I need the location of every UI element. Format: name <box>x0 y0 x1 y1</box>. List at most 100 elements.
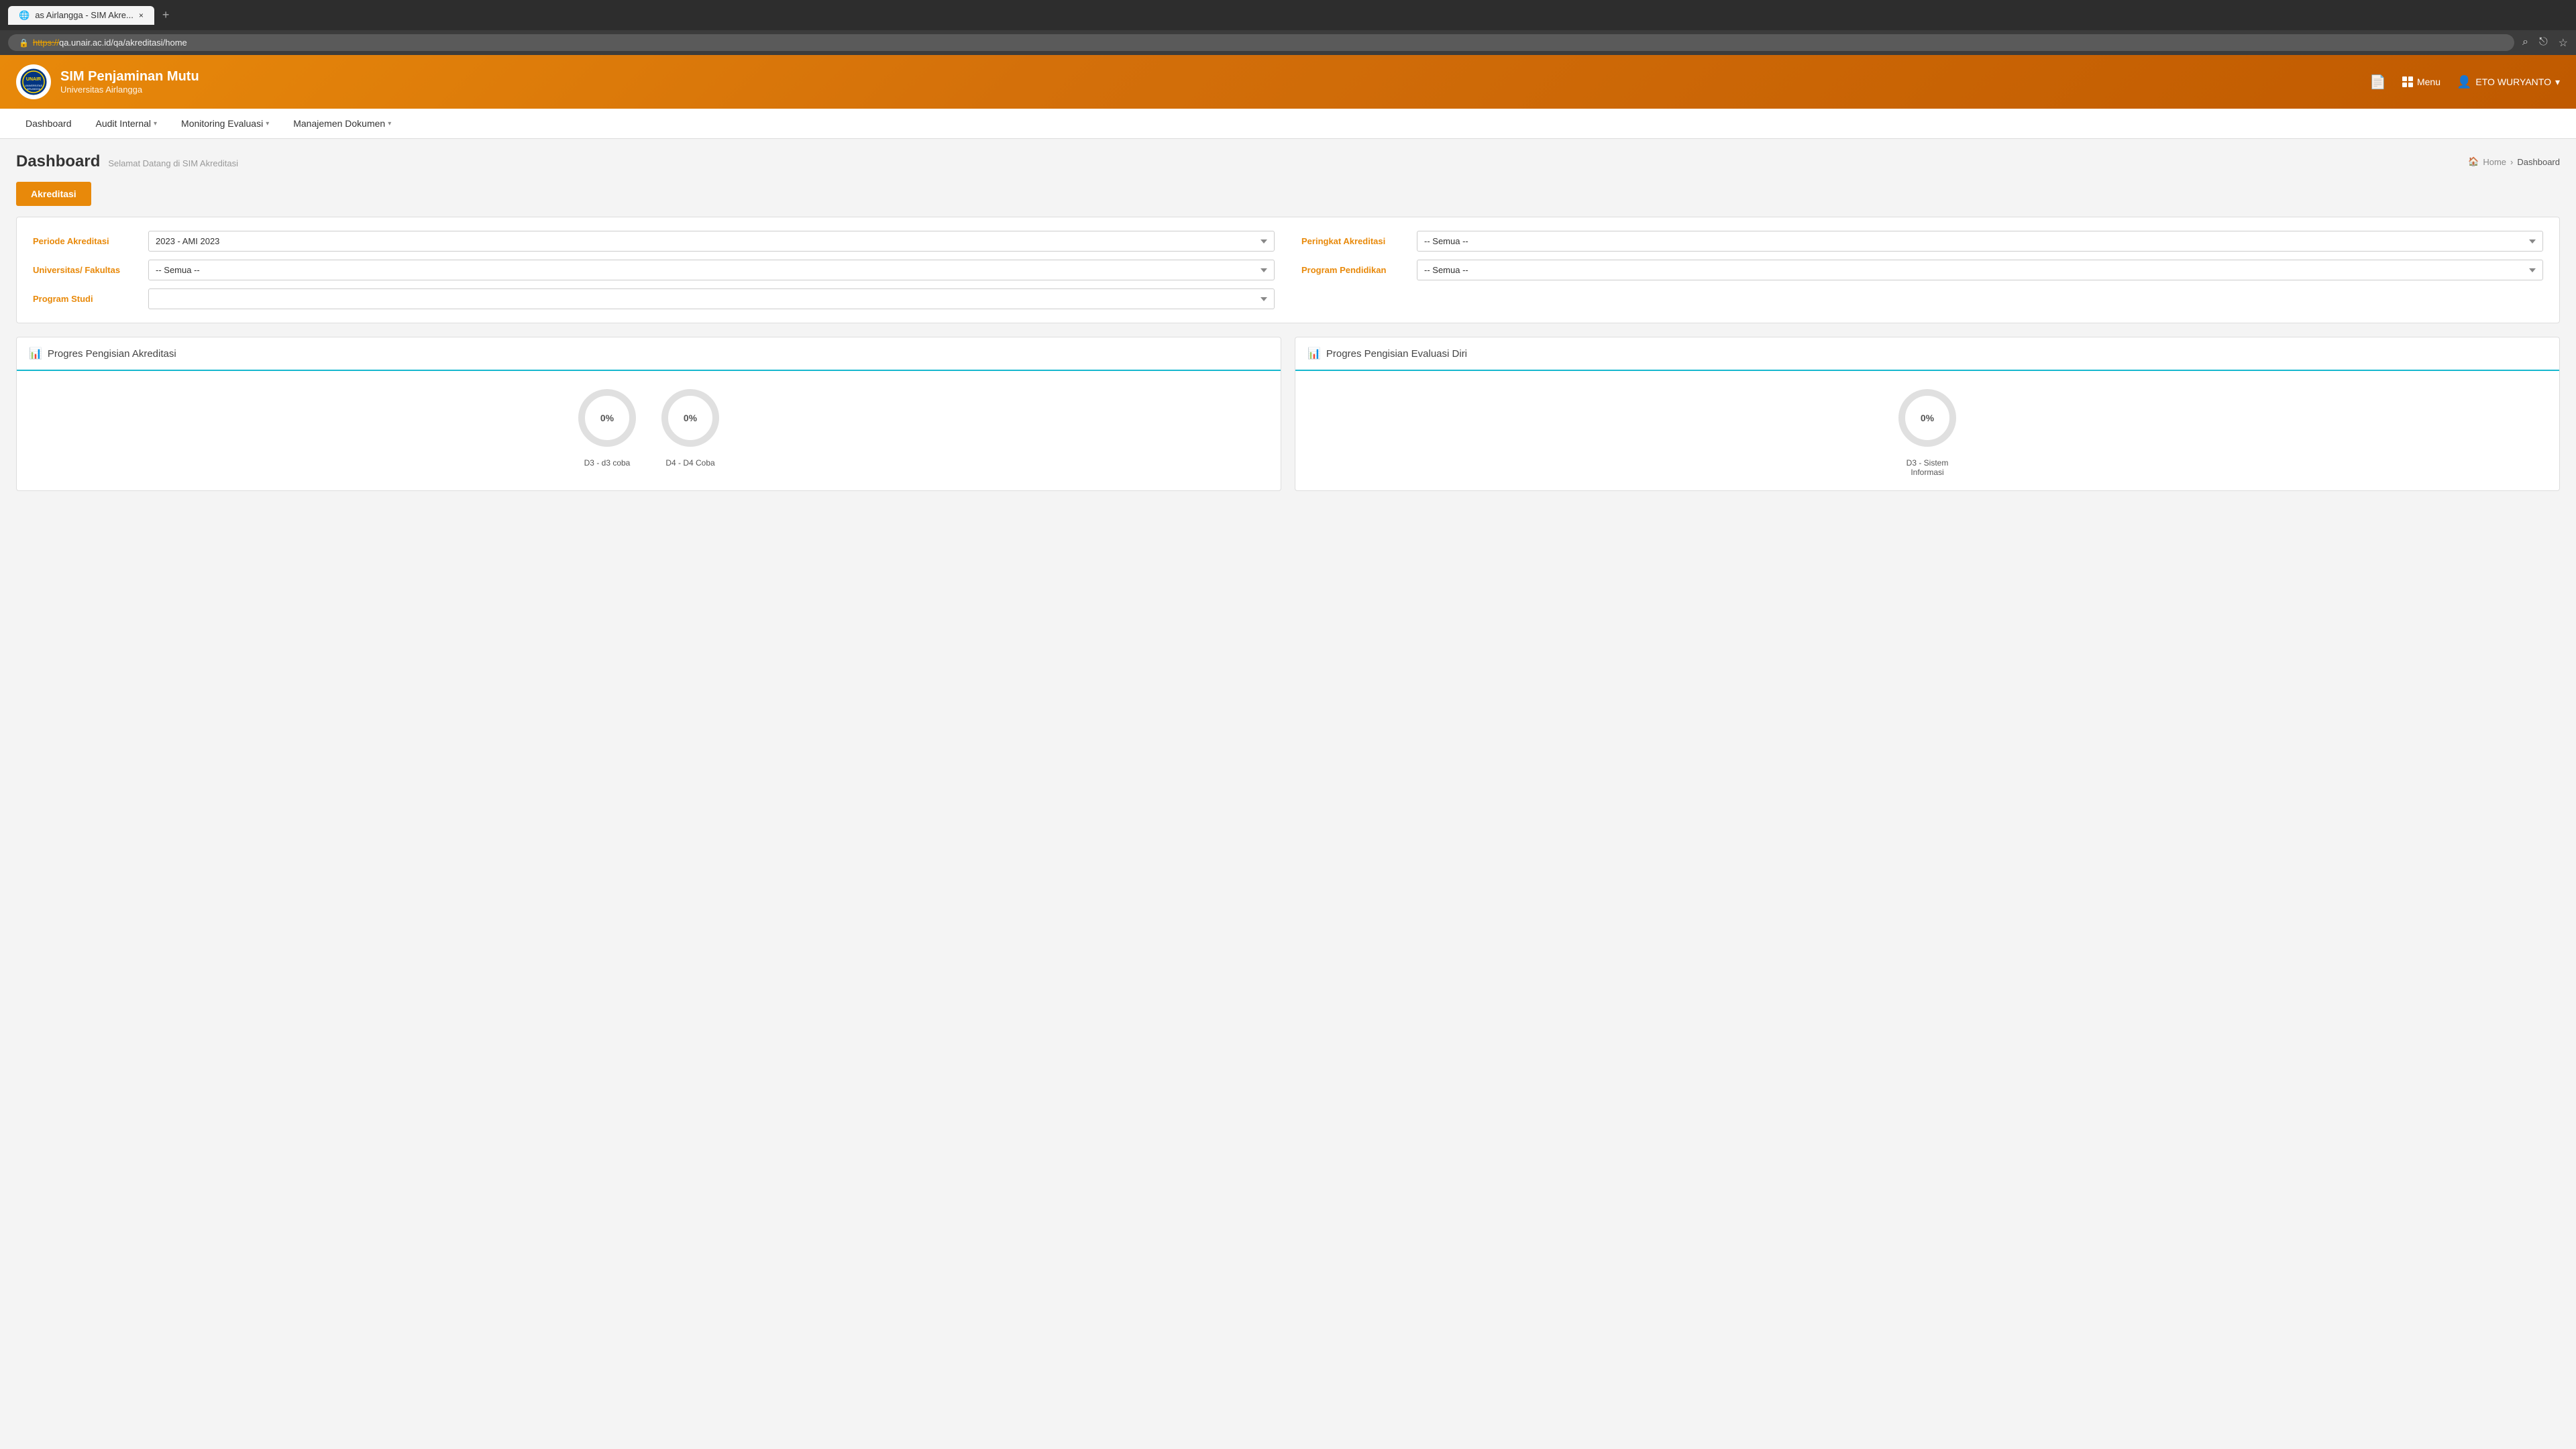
tab-close-button[interactable]: × <box>139 11 144 20</box>
akreditasi-tab[interactable]: Akreditasi <box>16 182 91 206</box>
donut-d3-label: D3 - d3 coba <box>584 458 631 468</box>
left-chart-icon: 📊 <box>29 347 42 360</box>
nav-manajemen-label: Manajemen Dokumen <box>293 118 385 129</box>
nav-monitoring-evaluasi[interactable]: Monitoring Evaluasi ▾ <box>169 109 281 138</box>
filter-right-col: Peringkat Akreditasi -- Semua -- Program… <box>1301 231 2543 309</box>
right-chart-header: 📊 Progres Pengisian Evaluasi Diri <box>1295 337 2559 371</box>
filter-grid: Periode Akreditasi 2023 - AMI 2023 Unive… <box>33 231 2543 309</box>
donut-d4-value: 0% <box>684 413 697 423</box>
pendidikan-select[interactable]: -- Semua -- <box>1417 260 2543 280</box>
nav-audit-internal-label: Audit Internal <box>96 118 152 129</box>
periode-select[interactable]: 2023 - AMI 2023 <box>148 231 1275 252</box>
menu-button[interactable]: Menu <box>2402 76 2440 87</box>
right-chart-body: 0% D3 - Sistem Informasi <box>1295 371 2559 490</box>
nav-dashboard-label: Dashboard <box>25 118 72 129</box>
charts-row: 📊 Progres Pengisian Akreditasi 0% D3 - d… <box>16 337 2560 491</box>
nav-bar: Dashboard Audit Internal ▾ Monitoring Ev… <box>0 109 2576 139</box>
app-header: UNAIR UNIVERSITAS AIRLANGGA SIM Penjamin… <box>0 55 2576 109</box>
peringkat-select[interactable]: -- Semua -- <box>1417 231 2543 252</box>
grid-icon <box>2402 76 2413 87</box>
left-chart-title: Progres Pengisian Akreditasi <box>48 348 176 360</box>
right-chart-title: Progres Pengisian Evaluasi Diri <box>1326 348 1467 360</box>
breadcrumb-home-icon: 🏠 <box>2468 156 2479 167</box>
filter-left-col: Periode Akreditasi 2023 - AMI 2023 Unive… <box>33 231 1275 309</box>
search-browser-icon[interactable]: ⌕ <box>2522 36 2528 50</box>
header-brand: UNAIR UNIVERSITAS AIRLANGGA SIM Penjamin… <box>16 64 199 99</box>
donut-d3-wrapper: 0% <box>574 384 641 451</box>
right-chart-card: 📊 Progres Pengisian Evaluasi Diri 0% D3 … <box>1295 337 2560 491</box>
bookmark-icon[interactable]: ☆ <box>2559 36 2568 50</box>
tab-container: Akreditasi <box>16 182 2560 206</box>
left-chart-header: 📊 Progres Pengisian Akreditasi <box>17 337 1281 371</box>
user-menu-button[interactable]: 👤 ETO WURYANTO ▾ <box>2457 75 2560 89</box>
tab-title: as Airlangga - SIM Akre... <box>35 10 133 20</box>
page-subtitle: Selamat Datang di SIM Akreditasi <box>108 158 238 168</box>
user-icon: 👤 <box>2457 75 2471 89</box>
nav-dashboard[interactable]: Dashboard <box>13 109 84 138</box>
nav-monitoring-label: Monitoring Evaluasi <box>181 118 263 129</box>
peringkat-label: Peringkat Akreditasi <box>1301 236 1409 246</box>
filter-pendidikan-row: Program Pendidikan -- Semua -- <box>1301 260 2543 280</box>
manajemen-chevron: ▾ <box>388 120 391 127</box>
filter-periode-row: Periode Akreditasi 2023 - AMI 2023 <box>33 231 1275 252</box>
donut-si-label: D3 - Sistem Informasi <box>1894 458 1961 477</box>
app-name: SIM Penjaminan Mutu <box>60 69 199 85</box>
donut-d4-coba: 0% D4 - D4 Coba <box>657 384 724 468</box>
page-title-area: Dashboard Selamat Datang di SIM Akredita… <box>16 152 238 171</box>
header-title: SIM Penjaminan Mutu Universitas Airlangg… <box>60 69 199 95</box>
svg-text:AIRLANGGA: AIRLANGGA <box>27 88 41 91</box>
new-tab-button[interactable]: + <box>157 5 175 25</box>
donut-si: 0% D3 - Sistem Informasi <box>1894 384 1961 477</box>
donut-si-value: 0% <box>1921 413 1934 423</box>
donut-d3-value: 0% <box>600 413 614 423</box>
donut-si-wrapper: 0% <box>1894 384 1961 451</box>
right-chart-icon: 📊 <box>1307 347 1321 360</box>
page-header: Dashboard Selamat Datang di SIM Akredita… <box>16 152 2560 171</box>
user-name: ETO WURYANTO <box>2475 76 2551 87</box>
https-text: https:// <box>33 38 59 48</box>
document-icon[interactable]: 📄 <box>2369 74 2386 91</box>
left-chart-body: 0% D3 - d3 coba 0% D4 - D4 Coba <box>17 371 1281 481</box>
browser-actions: ⌕ ⎋ ☆ <box>2522 36 2568 50</box>
breadcrumb-home-link[interactable]: Home <box>2483 157 2506 167</box>
university-logo: UNAIR UNIVERSITAS AIRLANGGA <box>16 64 51 99</box>
donut-d4-wrapper: 0% <box>657 384 724 451</box>
url-text: https://qa.unair.ac.id/qa/akreditasi/hom… <box>33 38 187 48</box>
url-domain: qa.unair.ac.id <box>59 38 111 48</box>
universitas-select[interactable]: -- Semua -- <box>148 260 1275 280</box>
svg-text:UNAIR: UNAIR <box>26 77 41 82</box>
url-path: /qa/akreditasi/home <box>111 38 186 48</box>
nav-audit-internal[interactable]: Audit Internal ▾ <box>84 109 170 138</box>
active-tab[interactable]: 🌐 as Airlangga - SIM Akre... × <box>8 6 154 25</box>
secure-icon: 🔒 <box>19 38 29 48</box>
donut-d4-label: D4 - D4 Coba <box>665 458 714 468</box>
page-title: Dashboard <box>16 152 100 171</box>
tab-bar: 🌐 as Airlangga - SIM Akre... × + <box>8 5 174 25</box>
address-bar[interactable]: 🔒 https://qa.unair.ac.id/qa/akreditasi/h… <box>8 34 2514 51</box>
header-actions: 📄 Menu 👤 ETO WURYANTO ▾ <box>2369 74 2560 91</box>
address-bar-row: 🔒 https://qa.unair.ac.id/qa/akreditasi/h… <box>0 30 2576 55</box>
prodi-select[interactable] <box>148 288 1275 309</box>
filter-prodi-row: Program Studi <box>33 288 1275 309</box>
university-name: Universitas Airlangga <box>60 85 199 95</box>
user-dropdown-icon: ▾ <box>2555 76 2560 88</box>
monitoring-chevron: ▾ <box>266 120 269 127</box>
breadcrumb-current: Dashboard <box>2517 157 2560 167</box>
prodi-label: Program Studi <box>33 294 140 304</box>
filter-peringkat-row: Peringkat Akreditasi -- Semua -- <box>1301 231 2543 252</box>
share-icon[interactable]: ⎋ <box>2539 36 2548 50</box>
svg-text:UNIVERSITAS: UNIVERSITAS <box>25 84 43 87</box>
donut-d3-coba: 0% D3 - d3 coba <box>574 384 641 468</box>
universitas-label: Universitas/ Fakultas <box>33 265 140 275</box>
pendidikan-label: Program Pendidikan <box>1301 265 1409 275</box>
menu-label: Menu <box>2417 76 2440 87</box>
nav-manajemen-dokumen[interactable]: Manajemen Dokumen ▾ <box>281 109 403 138</box>
breadcrumb: 🏠 Home › Dashboard <box>2468 156 2560 167</box>
audit-internal-chevron: ▾ <box>154 120 157 127</box>
left-chart-card: 📊 Progres Pengisian Akreditasi 0% D3 - d… <box>16 337 1281 491</box>
tab-favicon: 🌐 <box>19 10 30 21</box>
periode-label: Periode Akreditasi <box>33 236 140 246</box>
filter-panel: Periode Akreditasi 2023 - AMI 2023 Unive… <box>16 217 2560 323</box>
filter-universitas-row: Universitas/ Fakultas -- Semua -- <box>33 260 1275 280</box>
main-content: Dashboard Selamat Datang di SIM Akredita… <box>0 139 2576 541</box>
